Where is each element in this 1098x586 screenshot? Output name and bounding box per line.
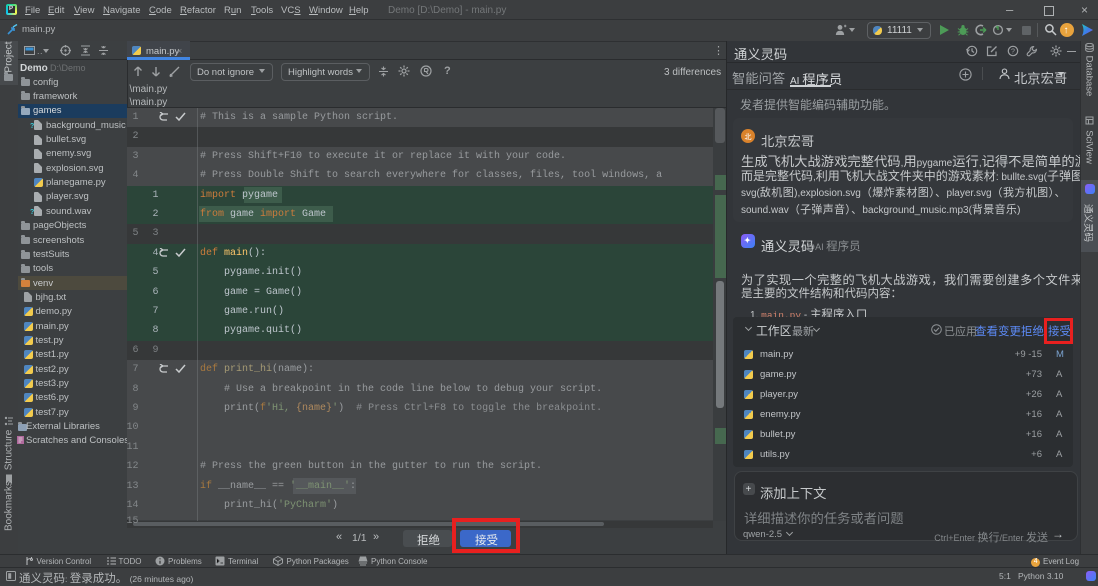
svg-text:?: ?	[1011, 49, 1015, 56]
